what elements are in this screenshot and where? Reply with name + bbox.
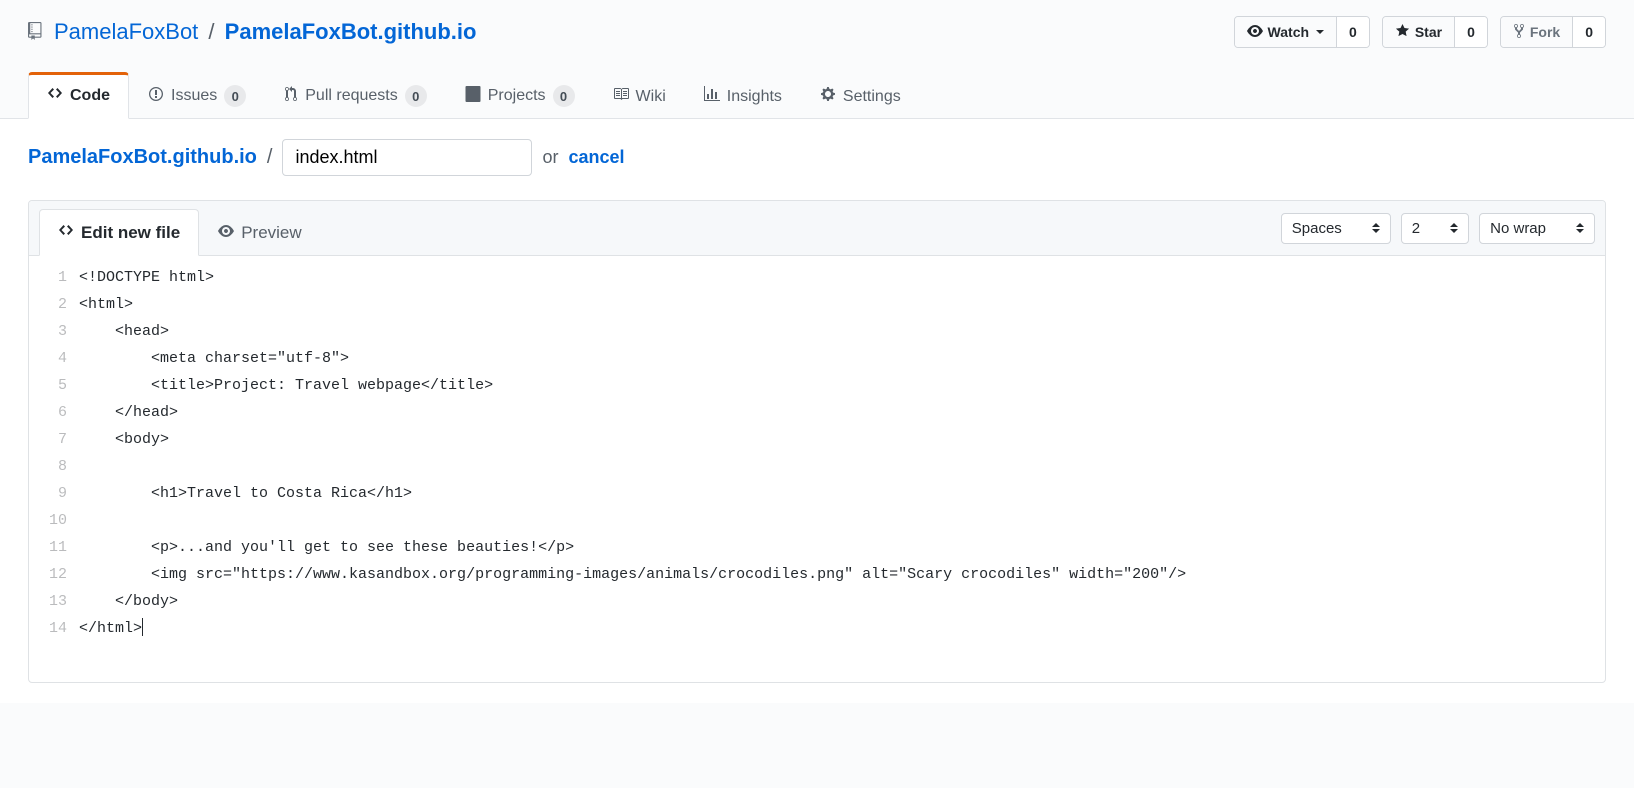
eye-icon — [218, 223, 234, 244]
edit-tab-label: Edit new file — [81, 223, 180, 243]
tab-code[interactable]: Code — [28, 72, 129, 119]
repo-name-link[interactable]: PamelaFoxBot.github.io — [225, 19, 477, 44]
editor-tabs: Edit new file Preview Spaces 2 No wrap — [29, 201, 1605, 256]
tab-issues[interactable]: Issues 0 — [129, 74, 265, 119]
tab-wiki-label: Wiki — [636, 88, 666, 106]
tab-pulls[interactable]: Pull requests 0 — [265, 74, 446, 119]
wrap-mode-value: No wrap — [1490, 220, 1546, 237]
code-editor[interactable]: 1234567891011121314 <!DOCTYPE html><html… — [29, 256, 1605, 682]
issue-icon — [148, 86, 164, 107]
select-arrows-icon — [1450, 223, 1458, 233]
watch-label: Watch — [1268, 24, 1309, 40]
preview-tab-label: Preview — [241, 223, 301, 243]
projects-count: 0 — [553, 85, 575, 107]
issues-count: 0 — [224, 85, 246, 107]
tab-settings[interactable]: Settings — [801, 75, 920, 119]
repo-owner-link[interactable]: PamelaFoxBot — [54, 19, 198, 44]
tab-wiki[interactable]: Wiki — [594, 75, 685, 119]
or-text: or — [542, 147, 558, 168]
chevron-down-icon — [1316, 30, 1324, 34]
project-icon — [465, 86, 481, 107]
star-button[interactable]: Star 0 — [1382, 16, 1488, 48]
fork-button[interactable]: Fork 0 — [1500, 16, 1606, 48]
fork-label: Fork — [1530, 24, 1560, 40]
select-arrows-icon — [1576, 223, 1584, 233]
fork-count[interactable]: 0 — [1573, 17, 1605, 47]
book-icon — [613, 86, 629, 107]
path-separator: / — [267, 146, 273, 169]
editor-controls: Spaces 2 No wrap — [1281, 213, 1595, 252]
repo-actions: Watch 0 Star 0 Fork 0 — [1234, 16, 1606, 48]
repo-icon — [28, 22, 46, 43]
repo-tabs: Code Issues 0 Pull requests 0 Projects 0… — [0, 72, 1634, 119]
star-count[interactable]: 0 — [1455, 17, 1487, 47]
tab-preview[interactable]: Preview — [199, 210, 320, 256]
tab-projects[interactable]: Projects 0 — [446, 74, 594, 119]
cancel-link[interactable]: cancel — [568, 147, 624, 168]
tab-insights-label: Insights — [727, 88, 782, 106]
indent-mode-select[interactable]: Spaces — [1281, 213, 1391, 244]
watch-count[interactable]: 0 — [1337, 17, 1369, 47]
select-arrows-icon — [1372, 223, 1380, 233]
file-path-row: PamelaFoxBot.github.io / or cancel — [28, 139, 1606, 176]
wrap-mode-select[interactable]: No wrap — [1479, 213, 1595, 244]
star-icon — [1395, 23, 1410, 41]
indent-mode-value: Spaces — [1292, 220, 1342, 237]
tab-insights[interactable]: Insights — [685, 75, 801, 119]
gear-icon — [820, 86, 836, 107]
graph-icon — [704, 86, 720, 107]
path-repo-link[interactable]: PamelaFoxBot.github.io — [28, 146, 257, 169]
indent-size-select[interactable]: 2 — [1401, 213, 1469, 244]
pulls-count: 0 — [405, 85, 427, 107]
tab-settings-label: Settings — [843, 88, 901, 106]
star-label: Star — [1415, 24, 1442, 40]
tab-pulls-label: Pull requests — [305, 87, 398, 105]
pull-request-icon — [284, 86, 298, 107]
line-gutter: 1234567891011121314 — [29, 264, 79, 642]
code-icon — [47, 85, 63, 106]
indent-size-value: 2 — [1412, 220, 1420, 237]
tab-issues-label: Issues — [171, 87, 217, 105]
code-icon — [58, 222, 74, 243]
code-lines[interactable]: <!DOCTYPE html><html> <head> <meta chars… — [79, 264, 1605, 642]
watch-button[interactable]: Watch 0 — [1234, 16, 1370, 48]
main-content: PamelaFoxBot.github.io / or cancel Edit … — [0, 119, 1634, 703]
tab-projects-label: Projects — [488, 87, 546, 105]
breadcrumb: PamelaFoxBot / PamelaFoxBot.github.io — [54, 19, 1234, 45]
breadcrumb-separator: / — [208, 19, 214, 44]
repo-header: PamelaFoxBot / PamelaFoxBot.github.io Wa… — [0, 0, 1634, 52]
tab-code-label: Code — [70, 87, 110, 105]
fork-icon — [1513, 23, 1525, 42]
tab-edit-file[interactable]: Edit new file — [39, 209, 199, 256]
editor: Edit new file Preview Spaces 2 No wrap — [28, 200, 1606, 683]
filename-input[interactable] — [282, 139, 532, 176]
eye-icon — [1247, 23, 1263, 42]
